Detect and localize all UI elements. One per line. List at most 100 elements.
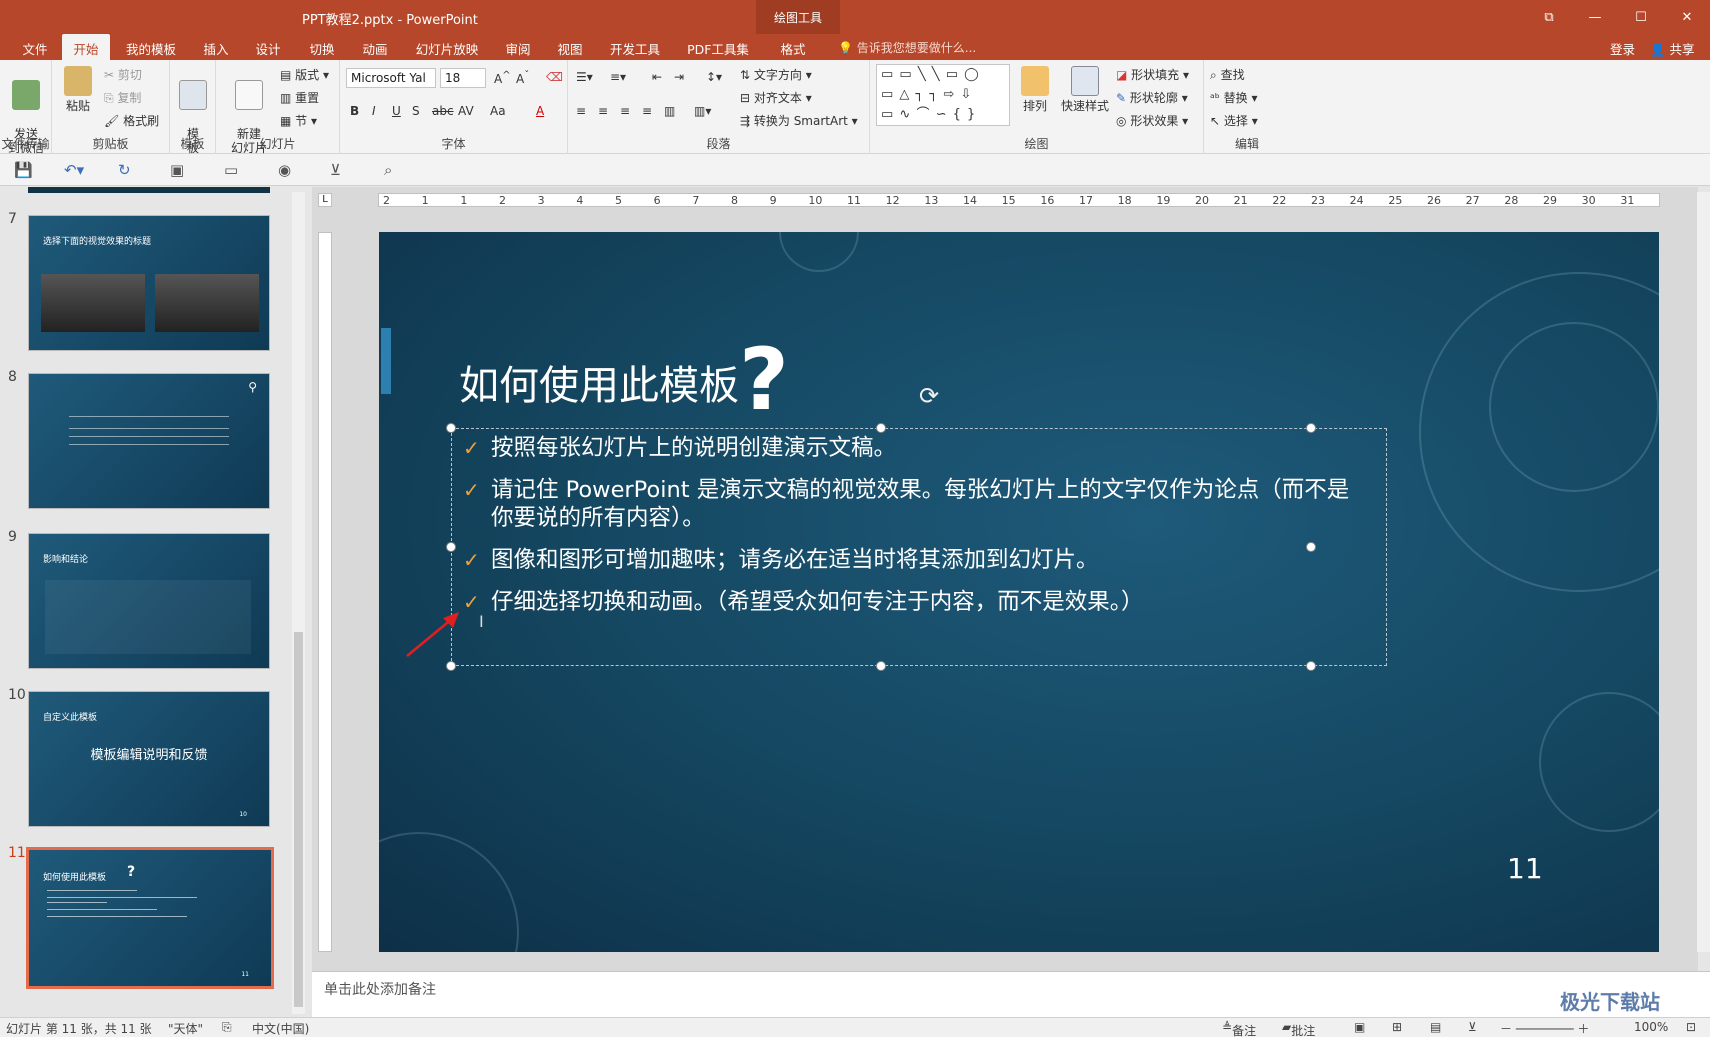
reset-button[interactable]: ▥ 重置	[280, 89, 319, 106]
tab-developer[interactable]: 开发工具	[604, 34, 666, 60]
zoom-slider[interactable]: － ──────── ＋	[1500, 1020, 1589, 1037]
reading-view-icon[interactable]: ▤	[1430, 1020, 1441, 1034]
minimize-icon[interactable]: —	[1572, 0, 1618, 34]
from-beginning-icon[interactable]: ▣	[170, 161, 184, 179]
undo-icon[interactable]: ↶▾	[64, 161, 84, 179]
increase-indent-icon[interactable]: ⇥	[674, 70, 684, 84]
notes-button[interactable]: ≜ 备注	[1222, 1020, 1256, 1037]
editor-scrollbar[interactable]	[1697, 192, 1710, 952]
tell-me-search[interactable]: 💡 告诉我您想要做什么...	[838, 39, 976, 56]
shape-effects-button[interactable]: ◎ 形状效果 ▾	[1116, 112, 1188, 129]
redo-icon[interactable]: ↻	[118, 161, 131, 179]
thumbnail-scrollbar[interactable]	[292, 192, 305, 1014]
clear-format-icon[interactable]: ⌫	[546, 70, 563, 84]
tab-home[interactable]: 开始	[62, 34, 110, 60]
comments-button[interactable]: ▰ 批注	[1282, 1020, 1315, 1037]
align-left-icon[interactable]: ≡	[576, 104, 586, 118]
convert-smartart-button[interactable]: ⇶ 转换为 SmartArt ▾	[740, 112, 858, 129]
cut-button[interactable]: ✂ 剪切	[104, 66, 142, 83]
resize-handle[interactable]	[1306, 661, 1316, 671]
normal-view-icon[interactable]: ▣	[1354, 1020, 1365, 1034]
maximize-icon[interactable]: ☐	[1618, 0, 1664, 34]
shapes-gallery[interactable]: ▭ ▭ ╲ ╲ ▭ ◯ ▭ △ ┐ ┐ ⇨ ⇩ ▭ ∿ ⌒ ∽ { }	[876, 64, 1010, 126]
tab-my-templates[interactable]: 我的模板	[120, 34, 182, 60]
tab-pdf-tools[interactable]: PDF工具集	[682, 34, 754, 60]
tab-stop-selector[interactable]: L	[318, 193, 332, 207]
close-icon[interactable]: ✕	[1664, 0, 1710, 34]
resize-handle[interactable]	[446, 423, 456, 433]
tab-format[interactable]: 格式	[768, 34, 818, 60]
print-preview-icon[interactable]: ⌕	[384, 161, 392, 179]
font-name-combo[interactable]: Microsoft Yal	[346, 68, 436, 88]
tab-view[interactable]: 视图	[550, 34, 590, 60]
resize-handle[interactable]	[876, 661, 886, 671]
ribbon-display-icon[interactable]: ⧉	[1526, 0, 1572, 34]
resize-handle[interactable]	[876, 423, 886, 433]
arrange-button[interactable]: 排列	[1018, 66, 1052, 113]
section-button[interactable]: ▦ 节 ▾	[280, 112, 317, 129]
numbering-icon[interactable]: ≡▾	[610, 70, 626, 84]
layout-button[interactable]: ▤ 版式 ▾	[280, 66, 329, 83]
slide-thumbnail-8[interactable]: ⚲	[28, 373, 270, 509]
shape-outline-button[interactable]: ✎ 形状轮廓 ▾	[1116, 89, 1188, 106]
align-right-icon[interactable]: ≡	[620, 104, 630, 118]
shadow-icon[interactable]: S	[412, 104, 420, 118]
shape-fill-button[interactable]: ◪ 形状填充 ▾	[1116, 66, 1189, 83]
slide-thumbnail-11[interactable]: 如何使用此模板 ? 11	[26, 847, 274, 989]
shrink-font-icon[interactable]: Aˇ	[516, 70, 529, 86]
share-button[interactable]: 👤 共享	[1650, 39, 1695, 58]
tab-file[interactable]: 文件	[12, 34, 58, 60]
tab-review[interactable]: 审阅	[498, 34, 538, 60]
slide-thumbnail-7[interactable]: 选择下面的视觉效果的标题	[28, 215, 270, 351]
select-button[interactable]: ↖ 选择 ▾	[1210, 112, 1258, 129]
format-painter-button[interactable]: 🖌 格式刷	[104, 112, 159, 129]
align-text-button[interactable]: ⊟ 对齐文本 ▾	[740, 89, 812, 106]
save-icon[interactable]: 💾	[14, 161, 33, 179]
text-box-icon[interactable]: ▭	[224, 161, 238, 179]
slide-title[interactable]: 如何使用此模板?	[459, 320, 789, 430]
grow-font-icon[interactable]: A^	[494, 70, 511, 86]
text-direction-button[interactable]: ⇅ 文字方向 ▾	[740, 66, 812, 83]
bold-icon[interactable]: B	[350, 104, 359, 118]
present-icon[interactable]: ⊻	[330, 161, 341, 179]
tab-animations[interactable]: 动画	[355, 34, 395, 60]
notes-pane[interactable]: 单击此处添加备注	[312, 971, 1710, 1017]
slide-canvas[interactable]: 如何使用此模板? ⟳ ✓ 按照每张幻灯片上的说明创建演示文稿。 ✓ 请记住 Po…	[379, 232, 1659, 952]
underline-icon[interactable]: U	[392, 104, 401, 118]
columns-icon[interactable]: ▥▾	[694, 104, 711, 118]
font-color-icon[interactable]: A	[536, 104, 544, 118]
font-size-combo[interactable]: 18	[440, 68, 486, 88]
replace-button[interactable]: ᵃᵇ 替换 ▾	[1210, 89, 1258, 106]
bullets-icon[interactable]: ☰▾	[576, 70, 593, 84]
line-spacing-icon[interactable]: ↕▾	[706, 70, 722, 84]
login-link[interactable]: 登录	[1610, 39, 1635, 58]
strikethrough-icon[interactable]: abc	[432, 104, 454, 118]
slideshow-icon[interactable]: ⊻	[1468, 1020, 1477, 1034]
quick-styles-button[interactable]: 快速样式	[1060, 66, 1110, 113]
resize-handle[interactable]	[446, 542, 456, 552]
char-spacing-icon[interactable]: AV	[458, 104, 474, 118]
resize-handle[interactable]	[1306, 423, 1316, 433]
align-center-icon[interactable]: ≡	[598, 104, 608, 118]
italic-icon[interactable]: I	[372, 104, 376, 118]
scrollbar-thumb[interactable]	[294, 632, 303, 1007]
fit-slide-icon[interactable]: ⊡	[1686, 1020, 1696, 1034]
copy-button[interactable]: ⎘ 复制	[104, 89, 141, 106]
language[interactable]: 中文(中国)	[252, 1020, 309, 1037]
distribute-icon[interactable]: ▥	[664, 104, 675, 118]
tab-slideshow[interactable]: 幻灯片放映	[410, 34, 484, 60]
slide-sorter-icon[interactable]: ⊞	[1392, 1020, 1402, 1034]
draw-icon[interactable]: ◉	[278, 161, 291, 179]
spellcheck-icon[interactable]: ⎘	[222, 1020, 232, 1035]
resize-handle[interactable]	[446, 661, 456, 671]
find-button[interactable]: ⌕ 查找	[1210, 66, 1245, 83]
tab-transitions[interactable]: 切换	[302, 34, 342, 60]
zoom-level[interactable]: 100%	[1634, 1020, 1668, 1034]
tab-design[interactable]: 设计	[248, 34, 288, 60]
justify-icon[interactable]: ≡	[642, 104, 652, 118]
tab-insert[interactable]: 插入	[196, 34, 236, 60]
paste-button[interactable]: 粘贴	[60, 66, 96, 113]
rotate-handle-icon[interactable]: ⟳	[919, 382, 939, 410]
slide-thumbnail-10[interactable]: 自定义此模板 模板编辑说明和反馈 10	[28, 691, 270, 827]
change-case-icon[interactable]: Aa	[490, 104, 506, 118]
